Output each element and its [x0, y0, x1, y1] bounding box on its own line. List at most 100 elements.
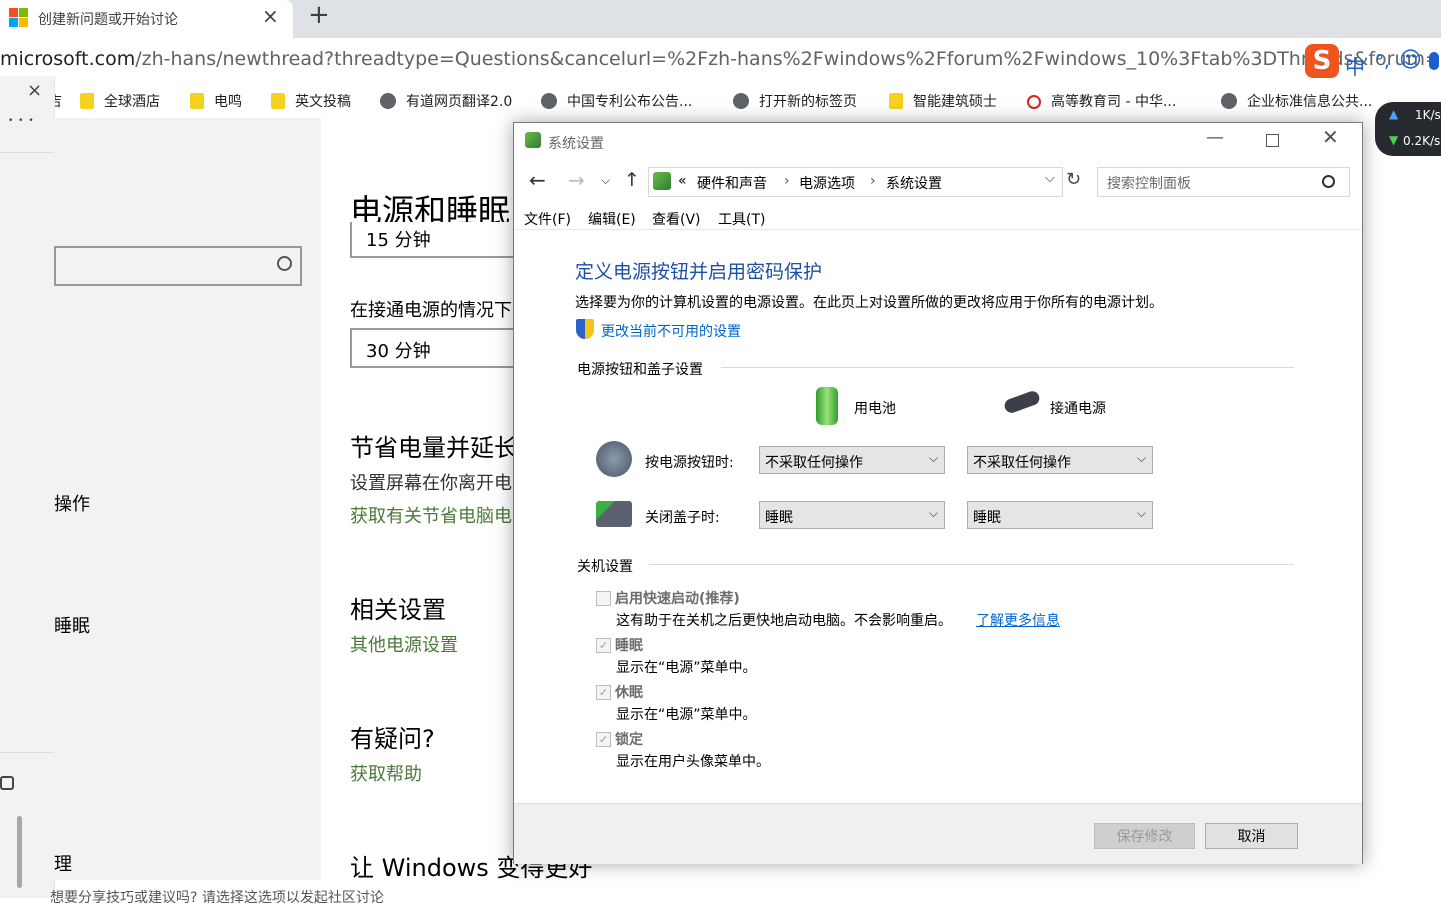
bookmark-item[interactable]: 电鸣: [190, 91, 242, 111]
back-icon[interactable]: ←: [529, 168, 546, 192]
recent-pages-chevron-icon[interactable]: ⌵: [601, 173, 610, 188]
sleep-checkbox[interactable]: ✓: [596, 638, 611, 653]
sleep-desc: 显示在“电源”菜单中。: [616, 660, 757, 676]
power-button-battery-select[interactable]: 不采取任何操作 ⌵: [759, 446, 945, 474]
folder-icon: [889, 93, 903, 109]
url-host: microsoft.com: [0, 48, 136, 70]
uac-shield-icon: [576, 319, 594, 339]
sogou-logo-icon[interactable]: S: [1305, 44, 1339, 78]
globe-icon: [1221, 93, 1237, 109]
hibernate-checkbox[interactable]: ✓: [596, 685, 611, 700]
menu-view[interactable]: 查看(V): [652, 209, 701, 229]
save-changes-button[interactable]: 保存修改: [1094, 823, 1195, 849]
sidebar-item[interactable]: 睡眠: [54, 612, 90, 638]
refresh-icon[interactable]: ↻: [1066, 169, 1081, 190]
power-button-icon: [596, 441, 632, 477]
chevron-down-icon: ⌵: [928, 451, 938, 465]
menu-edit[interactable]: 编辑(E): [588, 209, 636, 229]
sidebar-item[interactable]: 理: [54, 850, 72, 876]
bookmark-label: 中国专利公布公告...: [567, 94, 693, 110]
chevron-down-icon: ⌵: [928, 506, 938, 520]
change-unavailable-settings-link[interactable]: 更改当前不可用的设置: [601, 321, 741, 341]
maximize-icon[interactable]: [1266, 134, 1279, 147]
more-options-icon[interactable]: • • •: [8, 116, 35, 126]
lid-plugged-select[interactable]: 睡眠 ⌵: [967, 501, 1153, 529]
cancel-button[interactable]: 取消: [1205, 823, 1298, 849]
select-value: 不采取任何操作: [765, 455, 863, 471]
search-icon: [277, 256, 292, 271]
section-text: 设置屏幕在你离开电: [350, 473, 512, 494]
page-bottom-text: 想要分享技巧或建议吗? 请选择这选项以发起社区讨论: [50, 890, 384, 906]
ime-lang-toggle[interactable]: 中: [1345, 51, 1365, 80]
window-title: 系统设置: [548, 136, 604, 152]
bookmark-item[interactable]: 高等教育司 - 中华...: [1027, 91, 1176, 111]
bookmark-label: 高等教育司 - 中华...: [1051, 94, 1177, 110]
address-dropdown-icon[interactable]: ⌵: [1045, 171, 1055, 186]
control-panel-icon: [653, 172, 671, 190]
forward-icon[interactable]: →: [568, 168, 585, 192]
fast-startup-checkbox[interactable]: [596, 591, 611, 606]
search-control-panel-input[interactable]: 搜索控制面板: [1097, 167, 1350, 197]
divider: [0, 152, 54, 153]
close-icon[interactable]: ×: [27, 80, 42, 101]
bookmark-item[interactable]: 中国专利公布公告...: [541, 91, 692, 111]
lock-desc: 显示在用户头像菜单中。: [616, 754, 770, 770]
close-window-icon[interactable]: ✕: [1322, 125, 1339, 149]
browser-tab[interactable]: 创建新问题或开始讨论 ×: [0, 0, 293, 38]
up-icon[interactable]: ↑: [624, 169, 640, 191]
new-tab-button[interactable]: +: [308, 0, 330, 30]
breadcrumb-item[interactable]: 电源选项: [799, 173, 855, 193]
divider: [514, 229, 1362, 230]
bookmark-item[interactable]: 全球酒店: [80, 91, 160, 111]
other-power-settings-link[interactable]: 其他电源设置: [350, 631, 458, 657]
search-placeholder: 搜索控制面板: [1107, 176, 1191, 192]
url-text[interactable]: microsoft.com/zh-hans/newthread?threadty…: [0, 48, 1441, 70]
section-title: 电源按钮和盖子设置: [577, 362, 703, 378]
lock-label: 锁定: [615, 732, 643, 748]
settings-search-box[interactable]: [54, 246, 302, 286]
battery-tips-link[interactable]: 获取有关节省电脑电: [350, 502, 512, 528]
bookmark-label: 英文投稿: [295, 94, 351, 110]
close-tab-icon[interactable]: ×: [262, 4, 279, 28]
feedback-icon[interactable]: [0, 776, 14, 790]
battery-icon: [816, 387, 838, 425]
breadcrumb-item[interactable]: 硬件和声音: [697, 173, 767, 193]
divider: [721, 367, 1294, 368]
menu-tools[interactable]: 工具(T): [718, 209, 765, 229]
page-description: 选择要为你的计算机设置的电源设置。在此页上对设置所做的更改将应用于你所有的电源计…: [575, 295, 1163, 311]
select-value: 睡眠: [973, 510, 1001, 526]
divider: [649, 564, 1294, 565]
address-breadcrumb[interactable]: « 硬件和声音 › 电源选项 › 系统设置 ⌵: [648, 167, 1063, 197]
laptop-lid-icon: [596, 501, 632, 527]
get-help-link[interactable]: 获取帮助: [350, 760, 422, 786]
breadcrumb-item[interactable]: 系统设置: [886, 173, 942, 193]
plugged-label: 在接通电源的情况下: [350, 300, 512, 321]
menu-file[interactable]: 文件(F): [524, 209, 571, 229]
select-value: 不采取任何操作: [973, 455, 1071, 471]
breadcrumb-separator-icon: ›: [870, 173, 876, 189]
lock-checkbox[interactable]: ✓: [596, 732, 611, 747]
bookmark-item[interactable]: 智能建筑硕士: [889, 91, 997, 111]
fast-startup-desc: 这有助于在关机之后更快地启动电脑。不会影响重启。: [616, 613, 952, 629]
sidebar-item[interactable]: 操作: [54, 490, 90, 516]
bookmark-item[interactable]: 有道网页翻译2.0: [380, 91, 512, 111]
globe-icon: [541, 93, 557, 109]
control-panel-window: 系统设置 — ✕ ← → ⌵ ↑ « 硬件和声音 › 电源选项 › 系统设置 ⌵…: [513, 122, 1363, 864]
bookmark-item[interactable]: 英文投稿: [271, 91, 351, 111]
minimize-icon[interactable]: —: [1206, 127, 1224, 148]
emoji-icon[interactable]: ☺: [1399, 48, 1422, 73]
section-title: 节省电量并延长: [350, 434, 518, 462]
power-button-plugged-select[interactable]: 不采取任何操作 ⌵: [967, 446, 1153, 474]
scrollbar[interactable]: [17, 816, 22, 888]
breadcrumb-overflow[interactable]: «: [678, 173, 687, 189]
bookmark-item[interactable]: 打开新的标签页: [733, 91, 857, 111]
select-value: 睡眠: [765, 510, 793, 526]
section-title: 关机设置: [577, 559, 633, 575]
ime-punct-toggle[interactable]: °,: [1375, 51, 1390, 72]
ime-toolbar[interactable]: S 中 °, ☺: [1305, 44, 1441, 80]
microphone-icon[interactable]: [1429, 52, 1439, 70]
lid-battery-select[interactable]: 睡眠 ⌵: [759, 501, 945, 529]
folder-icon: [271, 93, 285, 109]
bookmark-item[interactable]: 企业标准信息公共...: [1221, 91, 1372, 111]
learn-more-link[interactable]: 了解更多信息: [976, 610, 1060, 630]
